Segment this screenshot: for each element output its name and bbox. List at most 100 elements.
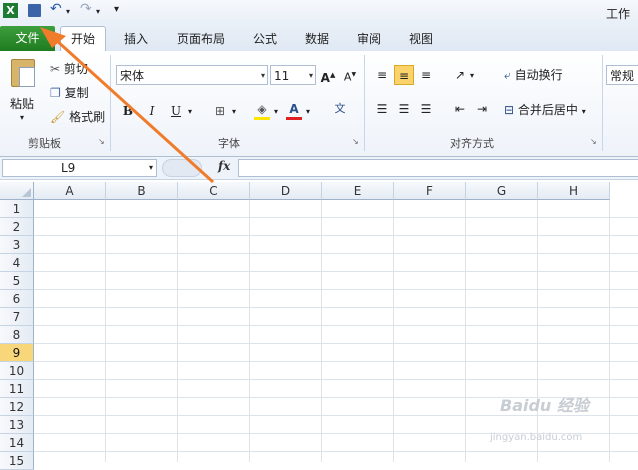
insert-function-icon[interactable]: fx [218,159,230,173]
tab-review[interactable]: 审阅 [352,28,386,50]
align-top-icon[interactable]: ≡ [372,65,392,85]
decrease-indent-icon[interactable]: ⇤ [450,99,470,119]
row-header[interactable]: 8 [0,326,34,344]
italic-icon[interactable]: I [142,101,162,121]
tab-home[interactable]: 开始 [60,26,106,53]
align-left-icon[interactable]: ☰ [372,99,392,119]
worksheet-grid: ABCDEFGH 1 2 3 4 5 6 7 8 9 10 11 12 13 14 15 [0,182,638,470]
number-format-select[interactable]: 常规 [606,65,638,85]
undo-icon[interactable]: ↶ [50,1,62,17]
select-all-triangle-icon [22,188,31,197]
tab-formulas[interactable]: 公式 [248,28,282,50]
row-header[interactable]: 13 [0,416,34,434]
fill-color-icon[interactable]: ◈ [252,99,272,120]
grow-font-icon[interactable]: A▲ [318,65,338,85]
row-header[interactable]: 9 [0,344,34,362]
borders-icon[interactable]: ⊞ [210,101,230,121]
bold-icon[interactable]: B [118,101,138,121]
tab-data[interactable]: 数据 [300,28,334,50]
column-header[interactable]: G [466,182,538,200]
tab-page-layout[interactable]: 页面布局 [172,28,230,50]
align-right-icon[interactable]: ☰ [416,99,436,119]
select-all-button[interactable] [0,182,34,200]
paste-button[interactable]: 粘贴 ▾ [6,57,42,127]
name-box[interactable]: L9 ▾ [2,159,157,177]
row-header[interactable]: 7 [0,308,34,326]
cell-area[interactable] [34,200,638,462]
ribbon-tabs: 文件 开始 插入 页面布局 公式 数据 审阅 视图 [0,24,638,53]
wrap-text-icon: ⤶ [504,68,511,82]
save-icon[interactable] [28,4,41,17]
column-header[interactable]: C [178,182,250,200]
align-bottom-icon[interactable]: ≡ [416,65,436,85]
paste-label: 粘贴 [10,97,35,111]
merge-center-button[interactable]: ⊟ 合并后居中 ▾ [504,101,586,121]
column-header[interactable]: E [322,182,394,200]
borders-dropdown-icon[interactable]: ▾ [232,107,236,116]
font-launcher-icon[interactable]: ↘ [352,137,359,146]
underline-icon[interactable]: U [166,101,186,121]
tab-file[interactable]: 文件 [0,26,55,51]
redo-dropdown-icon[interactable]: ▾ [96,7,100,16]
clipboard-launcher-icon[interactable]: ↘ [98,137,105,146]
format-painter-label: 格式刷 [69,110,106,124]
row-header[interactable]: 10 [0,362,34,380]
tab-insert[interactable]: 插入 [118,28,154,50]
font-color-icon[interactable]: A [284,99,304,120]
increase-indent-icon[interactable]: ⇥ [472,99,492,119]
chevron-down-icon: ▾ [260,71,265,80]
chevron-down-icon: ▾ [148,163,153,172]
row-header[interactable]: 6 [0,290,34,308]
column-header[interactable]: D [250,182,322,200]
phonetic-guide-icon[interactable]: 文 [330,99,350,119]
wrap-text-button[interactable]: ⤶ 自动换行 [504,66,563,84]
chevron-down-icon: ▾ [308,71,313,80]
row-header[interactable]: 1 [0,200,34,218]
align-center-icon[interactable]: ☰ [394,99,414,119]
row-header[interactable]: 2 [0,218,34,236]
shrink-font-icon[interactable]: A▼ [340,65,360,85]
row-header[interactable]: 14 [0,434,34,452]
separator [602,55,603,151]
scissors-icon: ✂ [50,62,61,76]
paint-bucket-icon: ◈ [257,102,267,116]
format-painter-button[interactable]: 🖌 格式刷 [50,108,105,126]
column-header[interactable]: H [538,182,610,200]
paste-dropdown-icon[interactable]: ▾ [20,113,24,122]
merge-icon: ⊟ [504,103,515,117]
wrap-text-label: 自动换行 [514,68,563,82]
column-header[interactable]: A [34,182,106,200]
fill-color-dropdown-icon[interactable]: ▾ [274,107,278,116]
redo-icon[interactable]: ↷ [80,1,92,17]
row-header[interactable]: 11 [0,380,34,398]
orientation-icon[interactable]: ↗ [450,65,470,85]
alignment-launcher-icon[interactable]: ↘ [590,137,597,146]
font-color-bar [286,117,302,120]
row-header[interactable]: 15 [0,452,34,470]
underline-dropdown-icon[interactable]: ▾ [188,107,192,116]
separator [110,55,111,151]
column-header[interactable]: B [106,182,178,200]
cut-label: 剪切 [63,62,88,76]
font-size-value: 11 [274,69,290,83]
copy-button[interactable]: ❐ 复制 [50,84,89,102]
align-middle-icon[interactable]: ≡ [394,65,414,85]
font-color-dropdown-icon[interactable]: ▾ [306,107,310,116]
formula-input[interactable] [238,159,638,177]
font-name-select[interactable]: 宋体 ▾ [116,65,268,85]
excel-logo-icon: X [3,3,18,18]
row-header[interactable]: 5 [0,272,34,290]
orientation-dropdown-icon[interactable]: ▾ [470,71,474,80]
formula-splitter[interactable] [162,159,202,177]
column-header[interactable]: F [394,182,466,200]
tab-view[interactable]: 视图 [404,28,438,50]
customize-qat-icon[interactable]: ▾ [114,4,119,15]
name-box-value: L9 [61,161,76,175]
row-header[interactable]: 3 [0,236,34,254]
row-header[interactable]: 12 [0,398,34,416]
font-size-select[interactable]: 11 ▾ [270,65,316,85]
undo-dropdown-icon[interactable]: ▾ [66,7,70,16]
separator [364,55,365,151]
cut-button[interactable]: ✂ 剪切 [50,60,88,78]
row-header[interactable]: 4 [0,254,34,272]
